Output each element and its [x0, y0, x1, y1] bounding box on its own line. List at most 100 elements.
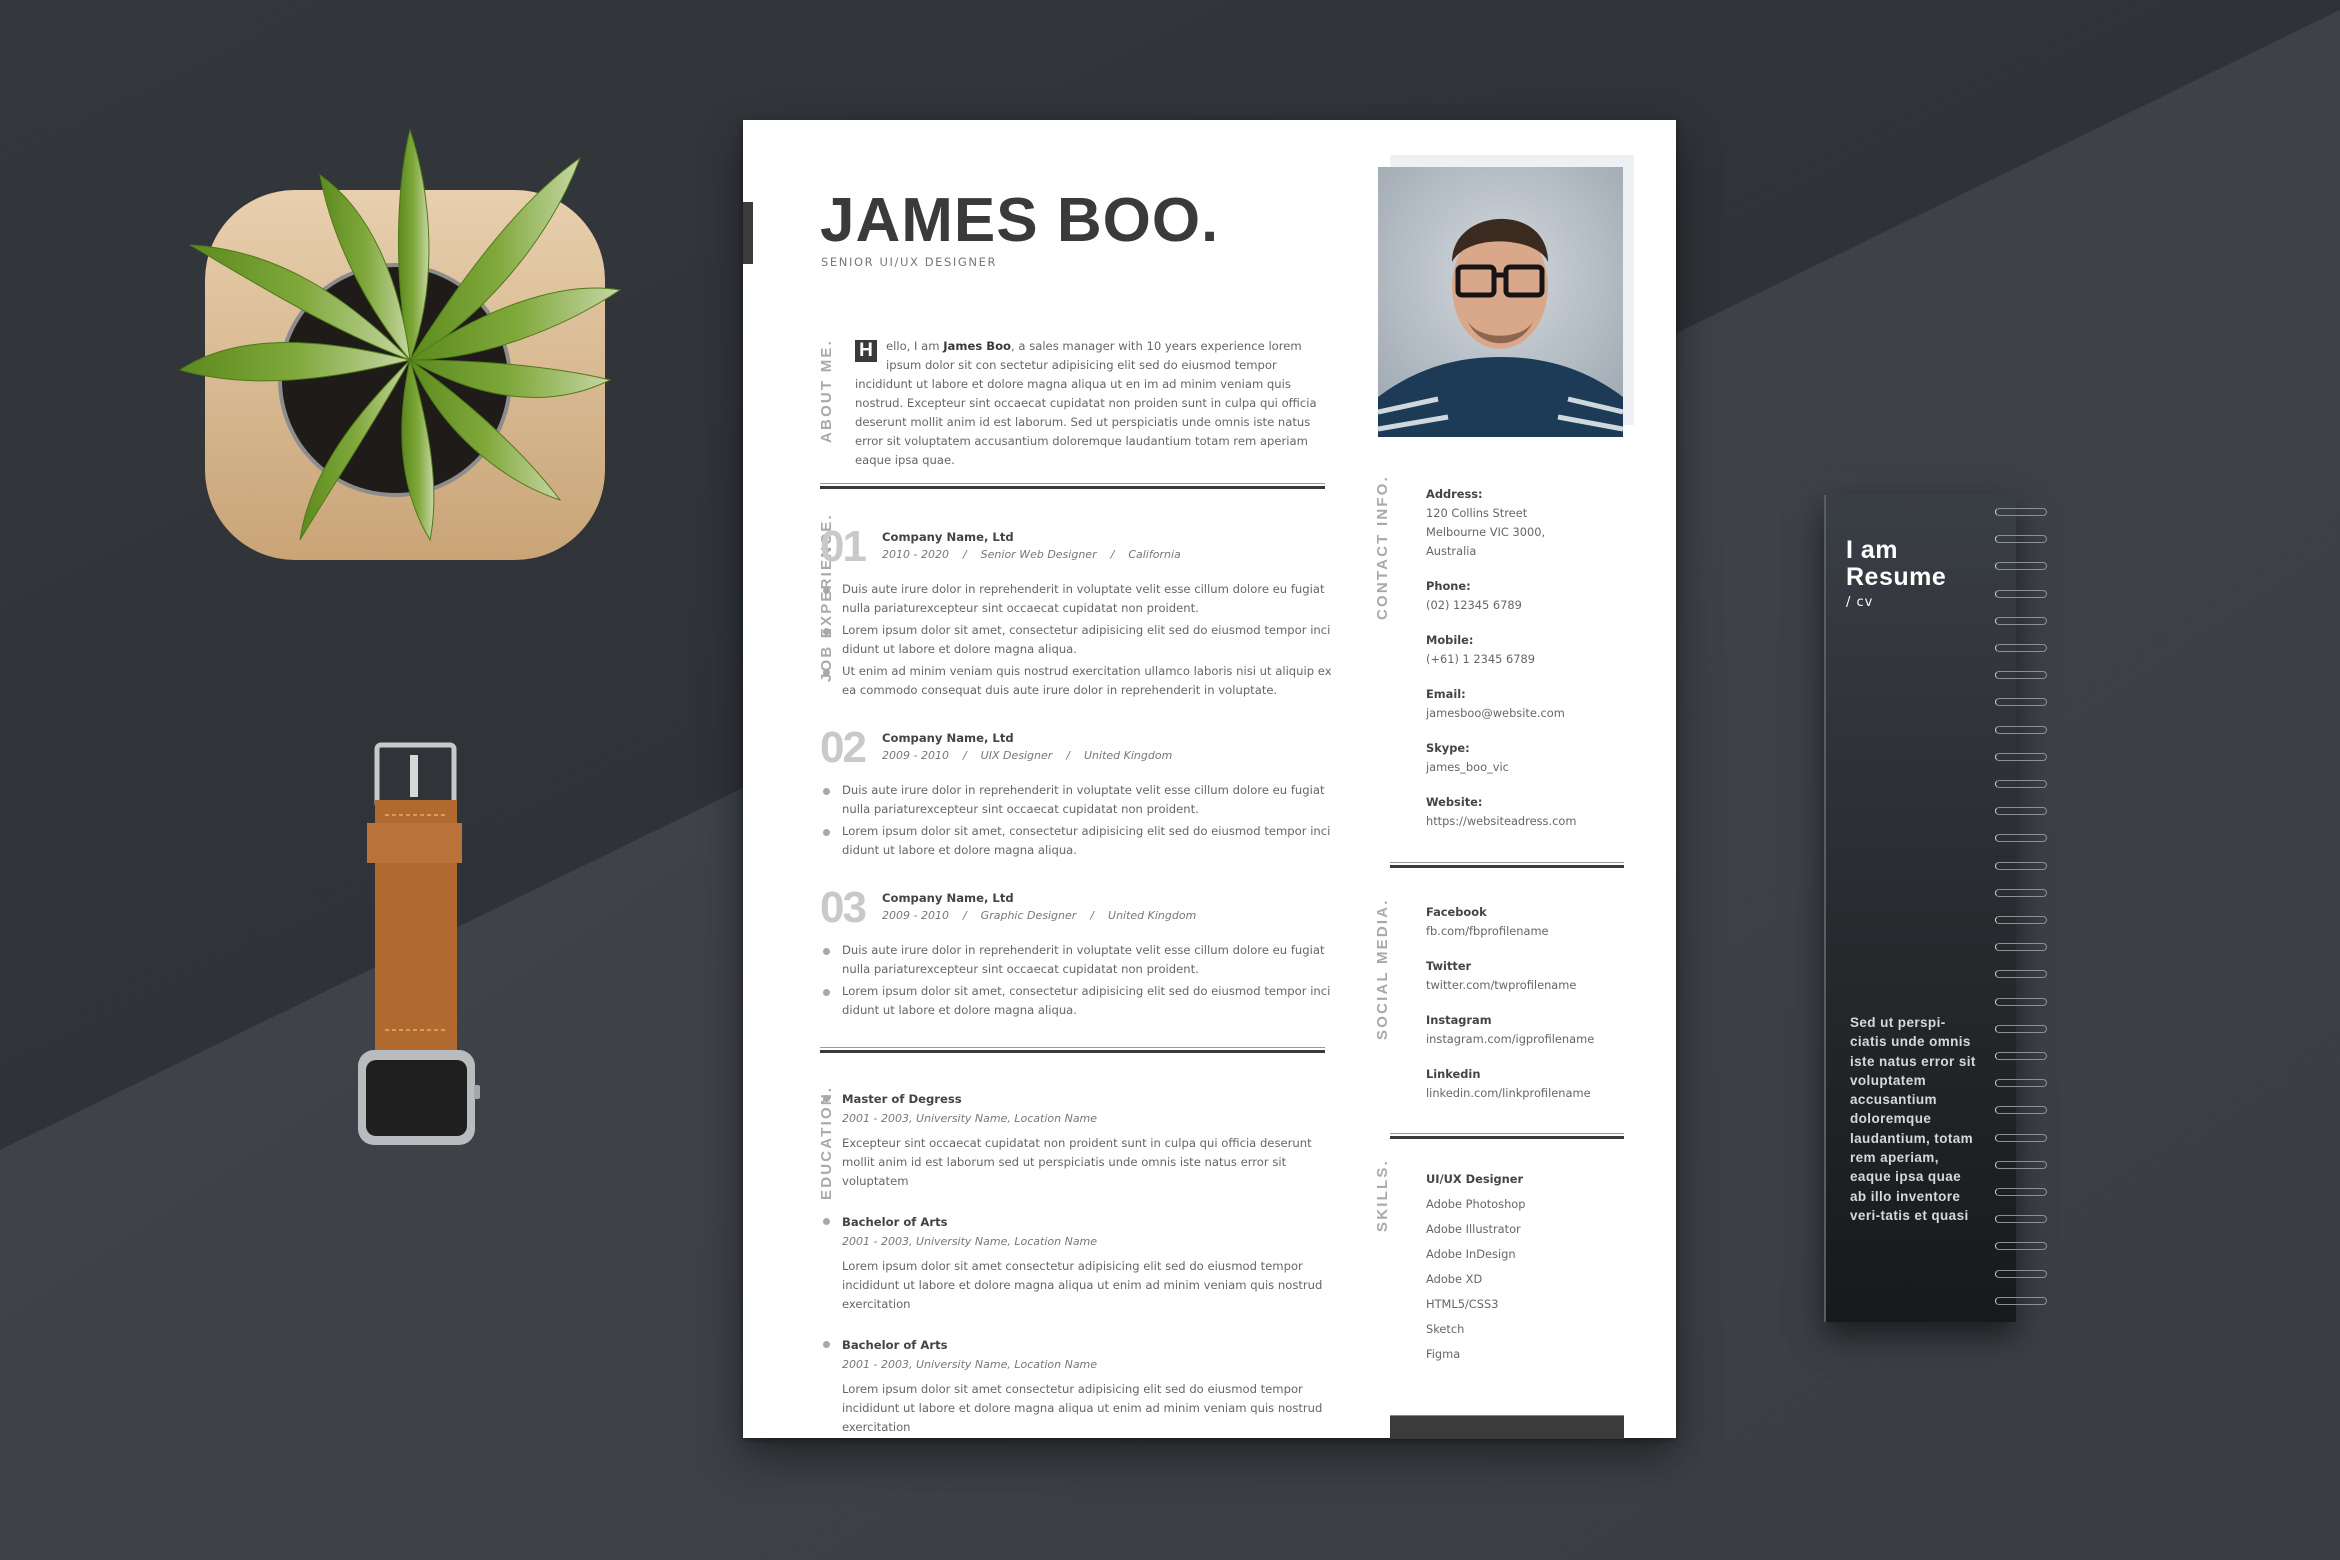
contact-label: Mobile:: [1426, 633, 1474, 647]
education-degree: Bachelor of Arts: [842, 1215, 948, 1229]
about-name-bold: James Boo: [943, 339, 1012, 353]
resume-job-title: SENIOR UI/UX DESIGNER: [821, 255, 998, 269]
spiral-ring: [1995, 1188, 2047, 1196]
spiral-ring: [1995, 671, 2047, 680]
spiral-notebook: I am Resume / cv Sed ut perspi-ciatis und…: [1824, 495, 2016, 1322]
contact-value: (02) 12345 6789: [1426, 598, 1522, 612]
job-bullet: Duis aute irure dolor in reprehenderit i…: [820, 781, 1340, 819]
spiral-ring: [1995, 1242, 2047, 1251]
spiral-ring: [1995, 562, 2047, 571]
spiral-ring: [1995, 997, 2047, 1006]
education-degree: Master of Degress: [842, 1092, 962, 1106]
job-bullets: Duis aute irure dolor in reprehenderit i…: [820, 941, 1340, 1023]
skill-item: Sketch: [1426, 1322, 1465, 1336]
skill-item: HTML5/CSS3: [1426, 1297, 1499, 1311]
contact-list: Address: 120 Collins Street Melbourne VIC…: [1426, 485, 1636, 847]
spiral-ring: [1995, 943, 2047, 952]
section-divider: [1390, 862, 1624, 868]
job-years: 2009 - 2010: [882, 909, 949, 922]
social-link-instagram[interactable]: instagram.com/igprofilename: [1426, 1030, 1636, 1049]
education-description: Lorem ipsum dolor sit amet consectetur a…: [842, 1382, 1323, 1434]
education-item: Bachelor of Arts 2001 - 2003, University…: [820, 1213, 1340, 1314]
education-list: Master of Degress 2001 - 2003, Universit…: [820, 1090, 1340, 1459]
education-description: Lorem ipsum dolor sit amet consectetur a…: [842, 1259, 1323, 1311]
contact-label: Address:: [1426, 487, 1483, 501]
job-meta: 2009 - 2010/Graphic Designer / United King…: [882, 909, 1197, 922]
job-role: Senior Web Designer: [980, 548, 1097, 561]
social-label: Twitter: [1426, 959, 1472, 973]
job-role: Graphic Designer: [980, 909, 1077, 922]
section-label-contact: CONTACT INFO.: [1374, 475, 1391, 620]
job-number: 03: [820, 883, 867, 932]
spiral-ring: [1995, 807, 2047, 816]
contact-website-link[interactable]: https://websiteadress.com: [1426, 812, 1636, 831]
education-degree: Bachelor of Arts: [842, 1338, 948, 1352]
spiral-ring: [1995, 970, 2047, 979]
contact-value: james_boo_vic: [1426, 760, 1509, 774]
spiral-ring: [1995, 861, 2047, 870]
watch-screen: [366, 1060, 467, 1136]
spiral-ring: [1995, 888, 2047, 897]
social-link-facebook[interactable]: fb.com/fbprofilename: [1426, 922, 1636, 941]
job-meta: 2010 - 2020/Senior Web Designer / Californ…: [882, 548, 1181, 561]
education-item: Bachelor of Arts 2001 - 2003, University…: [820, 1336, 1340, 1437]
notebook-title-line: I am: [1846, 536, 1899, 564]
job-location: California: [1128, 548, 1181, 561]
social-link-linkedin[interactable]: linkedin.com/linkprofilename: [1426, 1084, 1636, 1103]
spiral-ring: [1995, 589, 2047, 598]
job-bullet: Lorem ipsum dolor sit amet, consectetur …: [820, 822, 1340, 860]
social-label: Linkedin: [1426, 1067, 1481, 1081]
watch-buckle-pin: [410, 755, 418, 797]
contact-item: Skype: james_boo_vic: [1426, 739, 1636, 777]
about-text-body: , a sales manager with 10 years experien…: [855, 339, 1317, 467]
resume-name: JAMES BOO.: [820, 186, 1220, 255]
job-company: Company Name, Ltd: [882, 891, 1014, 905]
social-list: Facebook fb.com/fbprofilename Twitter twit…: [1426, 903, 1636, 1119]
spiral-ring: [1995, 535, 2047, 544]
job-company: Company Name, Ltd: [882, 731, 1014, 745]
spiral-ring: [1995, 698, 2047, 707]
spiral-ring: [1995, 1160, 2047, 1169]
notebook-title: I am Resume: [1846, 537, 1946, 591]
about-text-start: ello, I am: [886, 339, 944, 353]
job-years: 2009 - 2010: [882, 749, 949, 762]
education-meta: 2001 - 2003, University Name, Location N…: [842, 1112, 1098, 1125]
section-divider: [820, 483, 1325, 489]
spiral-ring: [1995, 916, 2047, 924]
job-bullets: Duis aute irure dolor in reprehenderit i…: [820, 781, 1340, 863]
social-item: Facebook fb.com/fbprofilename: [1426, 903, 1636, 941]
notebook-body-text: Sed ut perspi-ciatis unde omnis iste nat…: [1850, 1015, 1976, 1223]
education-meta: 2001 - 2003, University Name, Location N…: [842, 1358, 1098, 1371]
job-meta: 2009 - 2010/UIX Designer / United Kingdom: [882, 749, 1173, 762]
spiral-ring: [1995, 1024, 2047, 1033]
profile-photo: [1378, 167, 1623, 437]
skill-item: Figma: [1426, 1347, 1461, 1361]
spiral-ring: [1995, 834, 2047, 843]
job-bullet: Ut enim ad minim veniam quis nostrud exe…: [820, 662, 1340, 700]
section-divider: [1390, 1133, 1624, 1139]
education-item: Master of Degress 2001 - 2003, Universit…: [820, 1090, 1340, 1191]
spiral-ring: [1995, 1079, 2047, 1088]
skill-item: Adobe XD: [1426, 1272, 1483, 1286]
social-item: Twitter twitter.com/twprofilename: [1426, 957, 1636, 995]
job-role: UIX Designer: [980, 749, 1053, 762]
social-item: Instagram instagram.com/igprofilename: [1426, 1011, 1636, 1049]
spiral-ring: [1995, 616, 2047, 625]
contact-label: Skype:: [1426, 741, 1470, 755]
contact-value: (+61) 1 2345 6789: [1426, 652, 1536, 666]
spiral-ring: [1995, 780, 2047, 788]
notebook-subtitle: / cv: [1846, 595, 1874, 610]
job-bullet: Duis aute irure dolor in reprehenderit i…: [820, 580, 1340, 618]
job-location: United Kingdom: [1084, 749, 1173, 762]
wristwatch-illustration: [358, 742, 480, 1145]
contact-item: Website: https://websiteadress.com: [1426, 793, 1636, 831]
contact-item: Email: jamesboo@website.com: [1426, 685, 1636, 723]
skills-list: UI/UX Designer Adobe Photoshop Adobe Ill…: [1426, 1167, 1636, 1367]
contact-value: 120 Collins Street Melbourne VIC 3000, A…: [1426, 506, 1546, 558]
contact-email[interactable]: jamesboo@website.com: [1426, 704, 1636, 723]
job-number: 02: [820, 723, 867, 772]
section-divider: [820, 1047, 1325, 1053]
social-link-twitter[interactable]: twitter.com/twprofilename: [1426, 976, 1636, 995]
footer-accent-bar: [1390, 1415, 1624, 1439]
social-label: Instagram: [1426, 1013, 1492, 1027]
